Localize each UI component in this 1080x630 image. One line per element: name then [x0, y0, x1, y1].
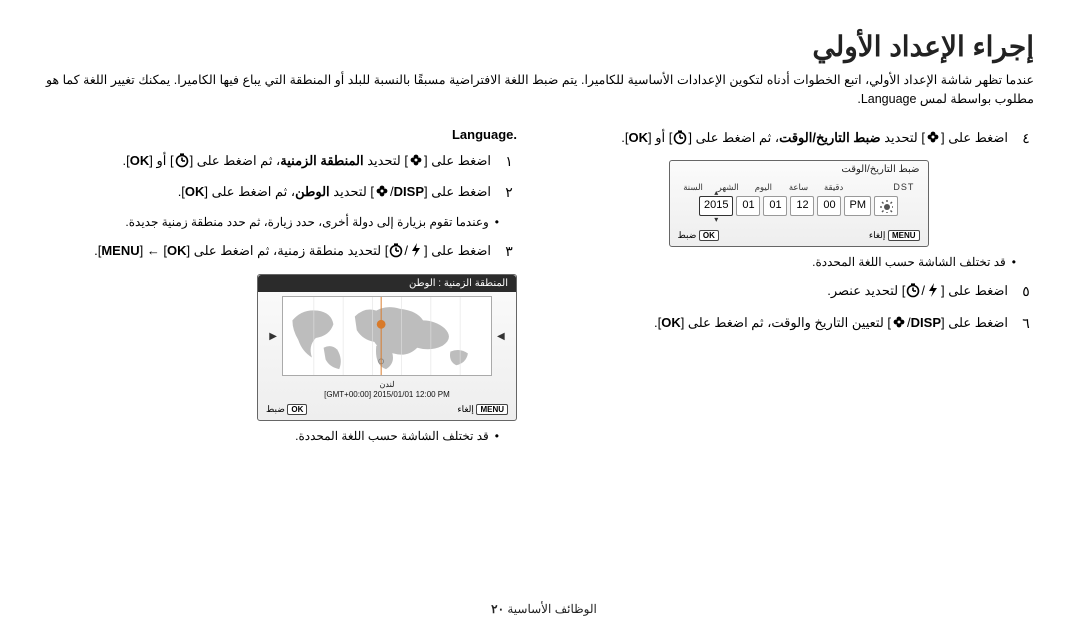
tz-next[interactable]: ▶ — [266, 331, 280, 342]
flash-icon — [925, 282, 941, 298]
datetime-screen: ضبط التاريخ/الوقت DST دقيقة ساعة اليوم ا… — [669, 160, 929, 247]
timer-icon — [174, 152, 190, 168]
dt-value-row: 2015 01 01 12 00 PM — [676, 196, 922, 216]
cancel-label: إلغاء — [869, 230, 886, 240]
tz-city: لندن — [258, 380, 516, 390]
world-map-icon — [282, 296, 492, 376]
dt-min[interactable]: 00 — [817, 196, 841, 216]
page-number: ٢٠ — [491, 602, 504, 616]
menu-key-chip[interactable]: MENU — [888, 230, 920, 241]
set-label: ضبط — [266, 404, 285, 414]
timer-icon — [388, 242, 404, 258]
tz-gmt: [GMT+00:00] 2015/01/01 12:00 PM — [258, 390, 516, 400]
dt-header: ضبط التاريخ/الوقت — [670, 161, 928, 178]
step4-bullet: قد تختلف الشاشة حسب اللغة المحددة. — [563, 253, 1016, 272]
ok-key-chip[interactable]: OK — [287, 404, 307, 415]
sun-icon — [879, 199, 893, 213]
dt-dst-toggle[interactable] — [874, 196, 898, 216]
intro-text: عندما تظهر شاشة الإعداد الأولي، اتبع الخ… — [46, 71, 1034, 109]
timer-icon — [905, 282, 921, 298]
tz-prev[interactable]: ◀ — [494, 331, 508, 342]
flower-icon — [408, 152, 424, 168]
timezone-header: المنطقة الزمنية : الوطن — [258, 275, 516, 292]
left-column: ٤ اضغط على [] لتحديد ضبط التاريخ/الوقت، … — [563, 127, 1034, 457]
dt-day[interactable]: 01 — [763, 196, 787, 216]
step-6: ٦ اضغط على [DISP/] لتعيين التاريخ والوقت… — [563, 312, 1034, 336]
page-footer: الوظائف الأساسية ٢٠ — [0, 602, 1080, 616]
dt-month[interactable]: 01 — [736, 196, 760, 216]
step-number: ٥ — [1018, 280, 1034, 304]
flower-icon — [374, 183, 390, 199]
step-2: ٢ اضغط على [DISP/] لتحديد الوطن، ثم اضغط… — [46, 181, 517, 205]
step-1: ١ اضغط على [] لتحديد المنطقة الزمنية، ثم… — [46, 150, 517, 174]
step2-bullet: وعندما تقوم بزيارة إلى دولة أخرى، حدد زي… — [46, 213, 499, 232]
right-column: Language. ١ اضغط على [] لتحديد المنطقة ا… — [46, 127, 517, 457]
set-label: ضبط — [678, 230, 697, 240]
step-3: ٣ اضغط على [/] لتحديد منطقة زمنية، ثم اض… — [46, 240, 517, 264]
flower-icon — [891, 314, 907, 330]
ok-key-chip[interactable]: OK — [699, 230, 719, 241]
dt-ampm[interactable]: PM — [844, 196, 871, 216]
timer-icon — [672, 129, 688, 145]
page-title: إجراء الإعداد الأولي — [46, 30, 1034, 63]
step-5: ٥ اضغط على [/] لتحديد عنصر. — [563, 280, 1034, 304]
cancel-label: إلغاء — [457, 404, 474, 414]
flash-icon — [408, 242, 424, 258]
timezone-screen: المنطقة الزمنية : الوطن ◀ — [257, 274, 517, 421]
flower-icon — [925, 129, 941, 145]
footer-section: الوظائف الأساسية — [507, 602, 597, 616]
step-number: ٣ — [501, 240, 517, 264]
right-note: قد تختلف الشاشة حسب اللغة المحددة. — [46, 427, 499, 446]
step-number: ٦ — [1018, 312, 1034, 336]
step-number: ٢ — [501, 181, 517, 205]
step-4: ٤ اضغط على [] لتحديد ضبط التاريخ/الوقت، … — [563, 127, 1034, 151]
language-heading: Language. — [46, 127, 517, 142]
menu-key-chip[interactable]: MENU — [476, 404, 508, 415]
step-number: ١ — [501, 150, 517, 174]
dt-year[interactable]: 2015 — [699, 196, 733, 216]
dt-hour[interactable]: 12 — [790, 196, 814, 216]
step-number: ٤ — [1018, 127, 1034, 151]
